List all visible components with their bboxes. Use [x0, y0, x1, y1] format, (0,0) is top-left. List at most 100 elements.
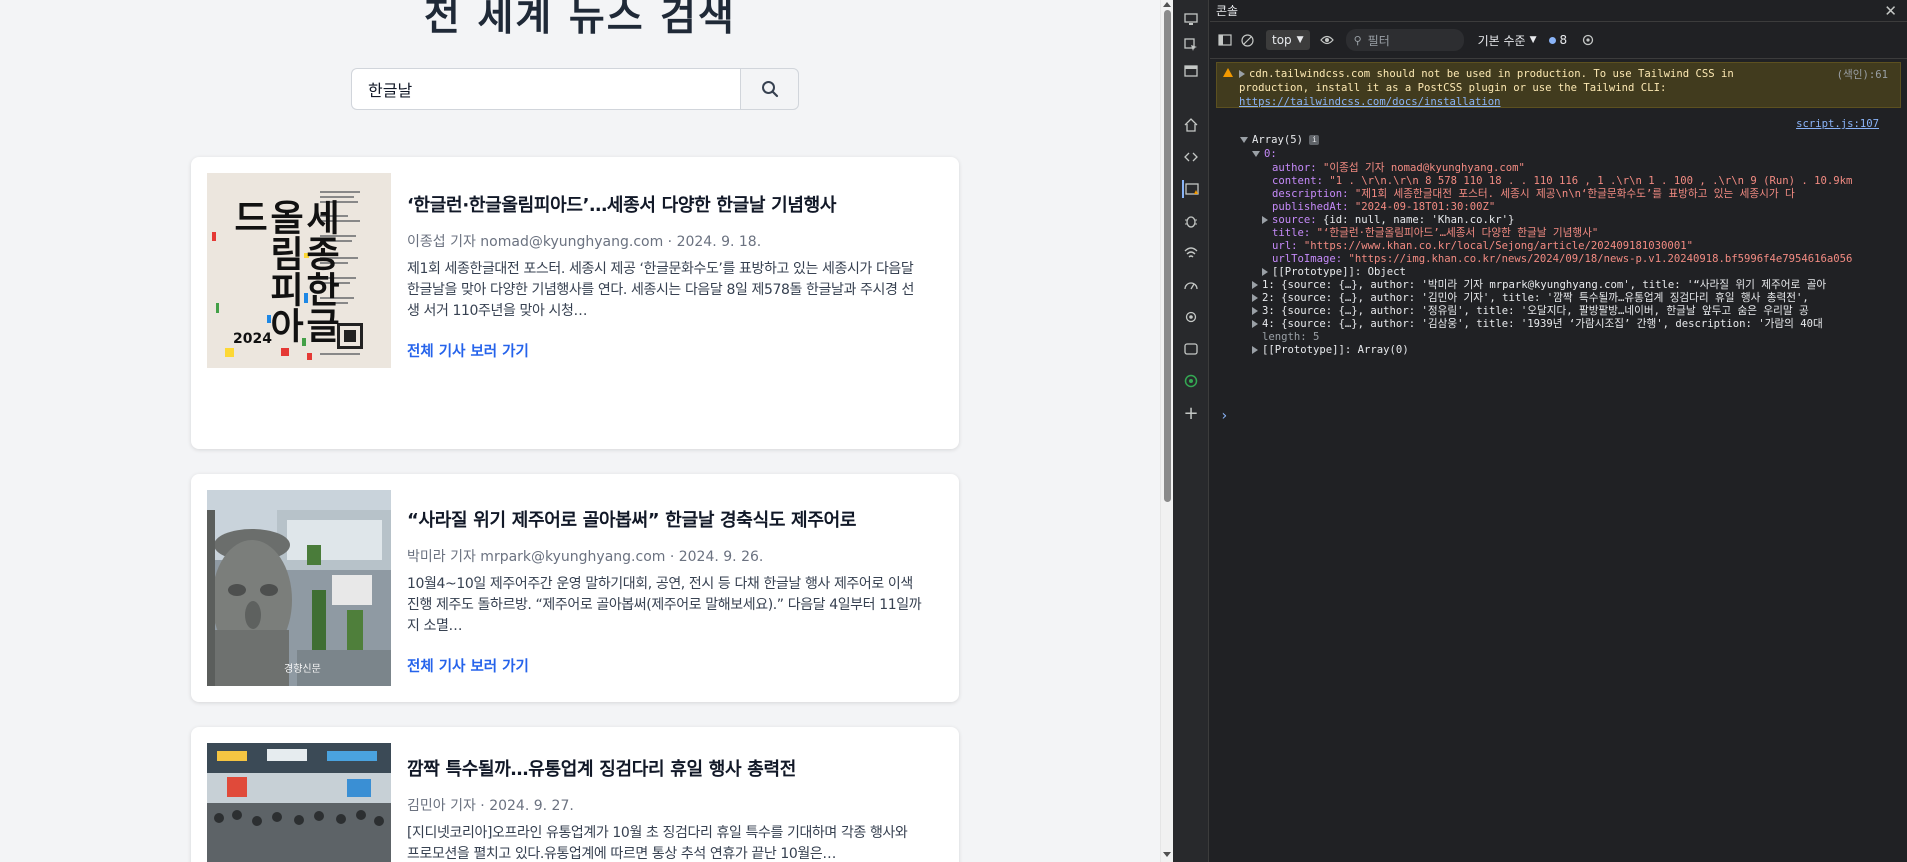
source-value: {id: null, name: 'Khan.co.kr'}: [1323, 214, 1515, 226]
poster-year: 2024: [233, 331, 272, 347]
tailwind-install-link[interactable]: https://tailwindcss.com/docs/installatio…: [1239, 96, 1501, 108]
performance-icon[interactable]: [1182, 276, 1200, 294]
warning-line1: cdn.tailwindcss.com should not be used i…: [1249, 68, 1734, 80]
article-meta: 박미라 기자 mrpark@kyunghyang.com · 2024. 9. …: [407, 549, 764, 565]
content-value: "1 . \r\n.\r\n 8 578 110 18 . . 110 116 …: [1329, 175, 1853, 187]
log-level-select[interactable]: 기본 수준 ▼: [1478, 32, 1537, 49]
chevron-down-icon: ▼: [1529, 35, 1537, 45]
log-level-value: 기본 수준: [1477, 33, 1526, 48]
devtools-activity-bar: +: [1173, 0, 1209, 862]
title-value: "‘한글런·한글올림피아드’…세종서 다양한 한글날 기념행사": [1316, 227, 1599, 239]
devtools-panel: + 콘솔 ✕ top ▼ ⚲ 필터 기본 수준 ▼ 8 cdn.tailwind…: [1173, 0, 1907, 862]
lighthouse-icon[interactable]: [1182, 372, 1200, 390]
array-item-1[interactable]: 1: {source: {…}, author: '박미라 기자 mrpark@…: [1252, 278, 1826, 292]
issues-counter[interactable]: 8: [1548, 33, 1568, 47]
read-full-article-link[interactable]: 전체 기사 보러 가기: [407, 340, 529, 361]
sidebar-toggle-icon[interactable]: [1214, 29, 1236, 51]
context-value: top: [1272, 33, 1292, 47]
news-search-page: 전 세계 뉴스 검색 한글날 세종한글올림피아드 2024 ‘한글런·한글올림피…: [0, 0, 1160, 862]
devtools-header: 콘솔 ✕: [1210, 0, 1907, 22]
device-toolbar-icon[interactable]: [1182, 10, 1200, 28]
article-description: [지디넷코리아]오프라인 유통업계가 10월 초 징검다리 휴일 특수를 기대하…: [407, 825, 908, 862]
warning-line2: production, install it as a PostCSS plug…: [1239, 82, 1667, 94]
page-scrollbar[interactable]: [1160, 0, 1173, 862]
author-value: "이종섭 기자 nomad@kyunghyang.com": [1323, 162, 1525, 174]
log-source-link[interactable]: script.js:107: [1796, 117, 1879, 131]
elements-icon[interactable]: [1182, 148, 1200, 166]
console-prompt-icon[interactable]: ›: [1220, 408, 1228, 424]
article-description: 제1회 세종한글대전 포스터. 세종시 제공 ‘한글문화수도’를 표방하고 있는…: [407, 261, 914, 319]
prop-description: description: "제1회 세종한글대전 포스터. 세종시 제공\n\n…: [1272, 188, 1795, 200]
scroll-thumb[interactable]: [1164, 10, 1171, 502]
array-prototype[interactable]: [[Prototype]]: Array(0): [1252, 343, 1409, 357]
array-item-3[interactable]: 3: {source: {…}, author: '정유림', title: '…: [1252, 304, 1809, 318]
window-icon[interactable]: [1182, 62, 1200, 80]
expand-arrow-icon: [1252, 307, 1258, 315]
network-icon[interactable]: [1182, 244, 1200, 262]
expand-arrow-icon: [1262, 216, 1268, 224]
scroll-down-arrow-icon[interactable]: [1163, 852, 1171, 857]
read-full-article-link[interactable]: 전체 기사 보러 가기: [407, 655, 529, 676]
chevron-down-icon: ▼: [1296, 35, 1304, 45]
array-label: Array(5): [1252, 134, 1304, 146]
article-description: 10월4~10일 제주어주간 운영 말하기대회, 공연, 전시 등 다채 한글날…: [407, 576, 922, 634]
array-item-4[interactable]: 4: {source: {…}, author: '김삼웅', title: '…: [1252, 317, 1823, 331]
expand-arrow-icon[interactable]: [1239, 70, 1245, 78]
context-select[interactable]: top ▼: [1266, 30, 1310, 50]
prototype-value: [[Prototype]]: Object: [1272, 266, 1406, 278]
eye-icon[interactable]: [1316, 29, 1338, 51]
inspect-element-icon[interactable]: [1182, 36, 1200, 54]
search-icon: [761, 81, 778, 98]
prop-prototype[interactable]: [[Prototype]]: Object: [1262, 265, 1406, 279]
array-summary[interactable]: Array(5) i: [1240, 133, 1320, 147]
publishedAt-value: "2024-09-18T01:30:00Z": [1354, 201, 1496, 213]
description-value: "제1회 세종한글대전 포스터. 세종시 제공\n\n‘한글문화수도’를 표방하…: [1354, 188, 1795, 200]
article-card: 깜짝 특수될까…유통업계 징검다리 휴일 행사 총력전 김민아 기자 · 202…: [191, 727, 959, 862]
scroll-up-arrow-icon[interactable]: [1163, 2, 1171, 7]
warning-source-text: (색인):61: [1836, 69, 1888, 81]
array-item-text: 3: {source: {…}, author: '정유림', title: '…: [1262, 305, 1809, 317]
bug-icon[interactable]: [1182, 212, 1200, 230]
prop-author: author: "이종섭 기자 nomad@kyunghyang.com": [1272, 162, 1525, 174]
array-prototype-text: [[Prototype]]: Array(0): [1262, 344, 1409, 356]
shopping-mall-photo: [207, 743, 391, 862]
expand-arrow-icon: [1252, 281, 1258, 289]
article-image: [207, 743, 391, 862]
array-item-2[interactable]: 2: {source: {…}, author: '김민아 기자', title…: [1252, 291, 1809, 305]
warning-source-link[interactable]: (색인):61: [1837, 67, 1888, 82]
array-length: length: 5: [1262, 331, 1320, 343]
console-output: cdn.tailwindcss.com should not be used i…: [1210, 60, 1907, 424]
article-meta: 김민아 기자 · 2024. 9. 27.: [407, 798, 574, 814]
expand-arrow-icon: [1252, 346, 1258, 354]
item-0-toggle[interactable]: 0:: [1252, 147, 1277, 161]
issue-count-value: 8: [1559, 33, 1568, 47]
clear-console-icon[interactable]: [1236, 29, 1258, 51]
collapse-arrow-icon: [1252, 151, 1260, 157]
article-title: ‘한글런·한글올림피아드’…세종서 다양한 한글날 기념행사: [407, 195, 837, 216]
prop-content: content: "1 . \r\n.\r\n 8 578 110 18 . .…: [1272, 175, 1853, 187]
article-body: “사라질 위기 제주어로 골아봅써” 한글날 경축식도 제주어로 박미라 기자 …: [407, 506, 923, 676]
application-icon[interactable]: [1182, 340, 1200, 358]
article-card: 경향신문 “사라질 위기 제주어로 골아봅써” 한글날 경축식도 제주어로 박미…: [191, 474, 959, 702]
info-badge-icon: i: [1309, 135, 1320, 145]
console-icon[interactable]: [1182, 180, 1200, 198]
expand-arrow-icon: [1252, 294, 1258, 302]
prop-source[interactable]: source: {id: null, name: 'Khan.co.kr'}: [1262, 213, 1514, 227]
prop-publishedAt: publishedAt: "2024-09-18T01:30:00Z": [1272, 201, 1496, 213]
filter-placeholder: 필터: [1367, 33, 1390, 48]
console-settings-gear-icon[interactable]: [1577, 29, 1599, 51]
search-input[interactable]: [351, 68, 740, 110]
urlToImage-value: "https://img.khan.co.kr/news/2024/09/18/…: [1348, 253, 1853, 265]
search-button[interactable]: [740, 68, 799, 110]
settings-gear-icon[interactable]: [1182, 308, 1200, 326]
filter-input[interactable]: ⚲ 필터: [1345, 29, 1464, 51]
close-icon[interactable]: ✕: [1884, 2, 1897, 20]
expand-arrow-icon: [1252, 320, 1258, 328]
console-warning: cdn.tailwindcss.com should not be used i…: [1216, 62, 1901, 108]
devtools-console-pane: 콘솔 ✕ top ▼ ⚲ 필터 기본 수준 ▼ 8 cdn.tailwindcs…: [1210, 0, 1907, 862]
add-tool-icon[interactable]: +: [1182, 403, 1200, 424]
home-icon[interactable]: [1182, 116, 1200, 134]
array-item-text: 1: {source: {…}, author: '박미라 기자 mrpark@…: [1262, 279, 1827, 291]
prop-urlToImage: urlToImage: "https://img.khan.co.kr/news…: [1272, 253, 1853, 265]
article-card: 세종한글올림피아드 2024 ‘한글런·한글올림피아드’…세종서 다양한 한글날…: [191, 157, 959, 449]
